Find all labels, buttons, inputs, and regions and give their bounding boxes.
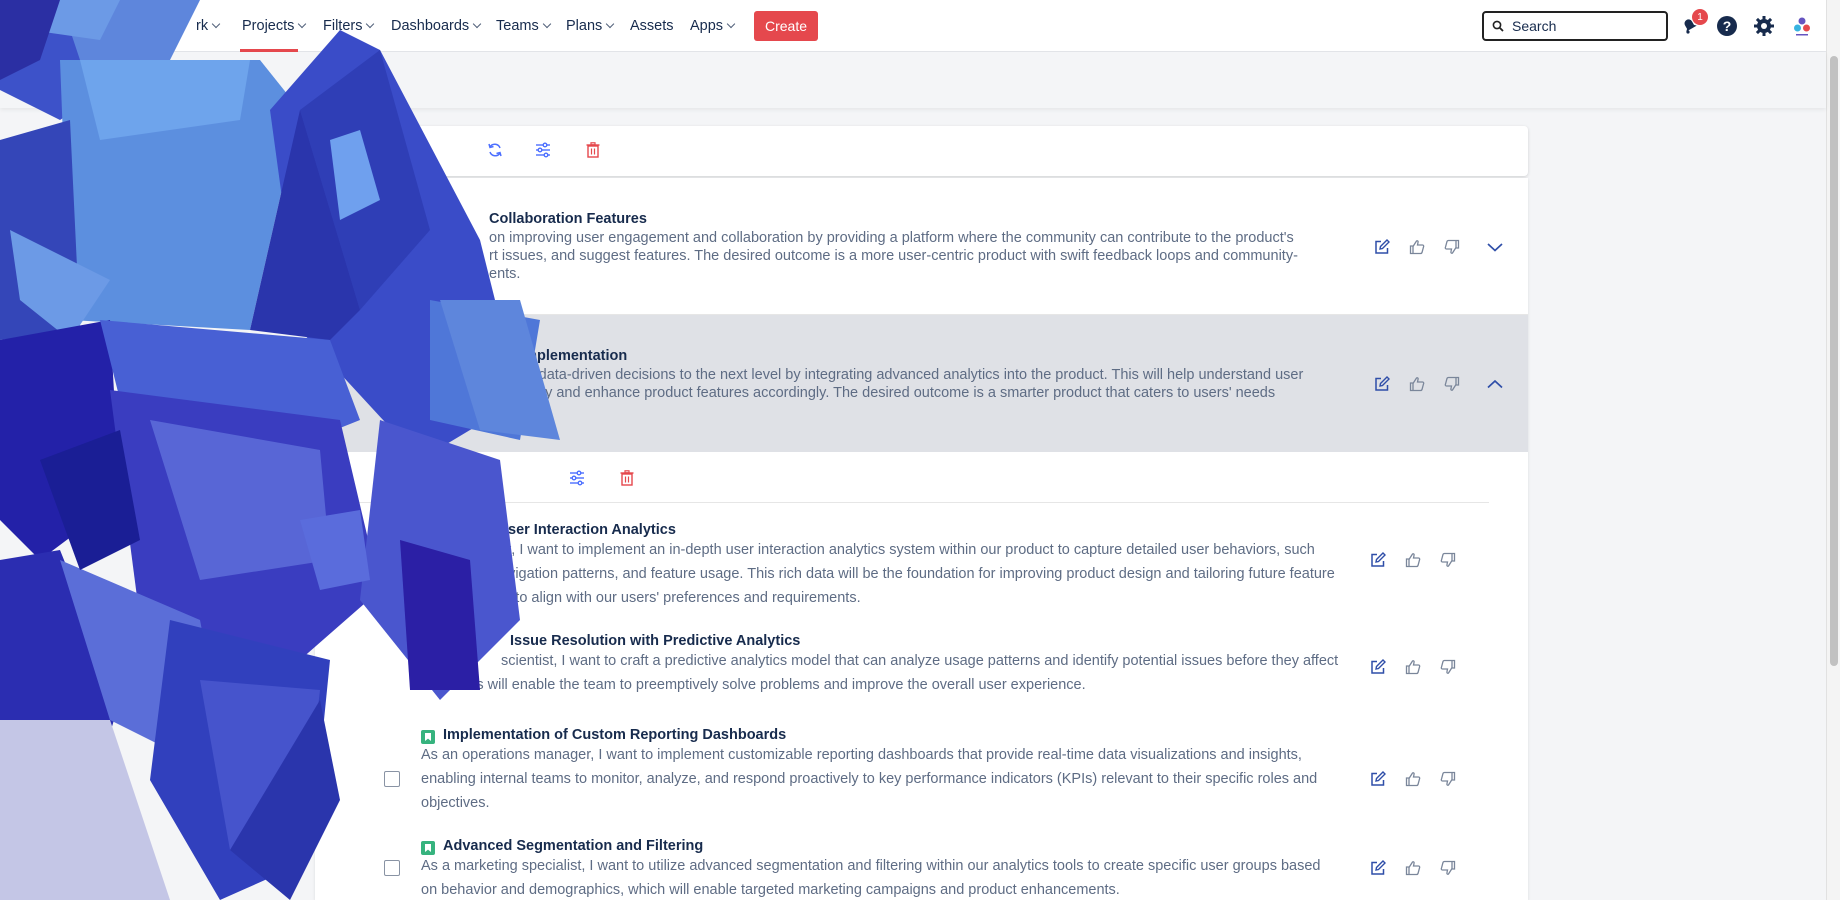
nav-label: Plans: [566, 18, 603, 34]
epic-description-line: rt issues, and suggest features. The des…: [489, 248, 1298, 264]
story-description-line: objectives.: [421, 795, 490, 811]
nav-plans[interactable]: Plans: [566, 0, 615, 52]
nav-dashboards[interactable]: Dashboards: [391, 0, 482, 52]
epic-title[interactable]: s Implementation: [508, 348, 627, 364]
story-row[interactable]: Issue Resolution with Predictive Analyti…: [315, 633, 1528, 713]
story-checkbox[interactable]: [384, 771, 400, 787]
nav-filters[interactable]: Filters: [323, 0, 375, 52]
story-type-icon: [421, 841, 435, 855]
thumbs-down-icon[interactable]: [1438, 769, 1458, 789]
epic-description-line: nsively and enhance product features acc…: [508, 385, 1276, 401]
nav-label: Dashboards: [391, 18, 470, 34]
story-checkbox[interactable]: [384, 860, 400, 876]
thumbs-down-icon[interactable]: [1442, 374, 1462, 394]
nav-projects[interactable]: Projects: [242, 0, 307, 52]
chevron-down-icon: [298, 19, 307, 29]
story-row[interactable]: Implementation of Custom Reporting Dashb…: [315, 727, 1528, 827]
help-icon[interactable]: ?: [1715, 14, 1739, 38]
search-placeholder: Search: [1512, 18, 1557, 34]
nav-label: Filters: [323, 18, 363, 34]
story-title[interactable]: Advanced Segmentation and Filtering: [443, 838, 703, 854]
edit-icon[interactable]: [1368, 769, 1388, 789]
epic-row[interactable]: Collaboration Features on improving user…: [315, 178, 1528, 315]
edit-icon[interactable]: [1368, 657, 1388, 677]
story-description-line: As an operations manager, I want to impl…: [421, 747, 1302, 763]
thumbs-down-icon[interactable]: [1438, 550, 1458, 570]
thumbs-up-icon[interactable]: [1403, 657, 1423, 677]
story-row[interactable]: ser Interaction Analytics st, I want to …: [315, 522, 1528, 622]
thumbs-up-icon[interactable]: [1407, 374, 1427, 394]
list-toolbar: [315, 126, 1528, 176]
story-title[interactable]: Implementation of Custom Reporting Dashb…: [443, 727, 786, 743]
chevron-down-icon: [366, 19, 375, 29]
epic-children-toolbar: [315, 452, 1528, 502]
chevron-down-icon[interactable]: [1485, 237, 1505, 257]
story-description-text: scientist, I want to craft a predictive …: [501, 653, 1339, 669]
trash-icon[interactable]: [617, 468, 637, 488]
chevron-down-icon: [472, 19, 482, 29]
story-title[interactable]: ser Interaction Analytics: [508, 522, 676, 538]
chevron-down-icon: [726, 19, 736, 29]
create-button[interactable]: Create: [754, 11, 818, 41]
nav-label: Apps: [690, 18, 724, 34]
edit-icon[interactable]: [1372, 237, 1392, 257]
chevron-down-icon: [606, 19, 615, 29]
chevron-down-icon: [211, 19, 221, 29]
story-description-line: As a marketing specialist, I want to uti…: [421, 858, 1321, 874]
story-description-line: on behavior and demographics, which will…: [421, 882, 1120, 898]
epic-description-line: on improving user engagement and collabo…: [489, 230, 1294, 246]
edit-icon[interactable]: [1372, 374, 1392, 394]
refresh-icon[interactable]: [485, 140, 505, 160]
scrollbar-thumb[interactable]: [1830, 56, 1838, 666]
top-navigation: rk Projects Filters Dashboards Teams Pla…: [0, 0, 1826, 52]
backlog-panel: Collaboration Features on improving user…: [315, 178, 1528, 900]
story-description-line: ts to align with our users' preferences …: [500, 590, 861, 606]
divider: [355, 502, 1489, 503]
epic-row[interactable]: s Implementation king data-driven decisi…: [315, 315, 1528, 452]
trash-icon[interactable]: [583, 140, 603, 160]
nav-label: Teams: [496, 18, 539, 34]
edit-icon[interactable]: [1368, 858, 1388, 878]
profile-avatar-icon[interactable]: [1790, 14, 1814, 38]
page-subheader: [0, 52, 1826, 108]
chevron-down-icon: [542, 19, 551, 29]
story-description-line: scientist, I want to craft a predictive …: [421, 649, 1401, 673]
search-icon: [1492, 20, 1504, 32]
page-scrollbar[interactable]: [1826, 0, 1840, 900]
story-description-line: st, I want to implement an in-depth user…: [500, 542, 1315, 558]
thumbs-down-icon[interactable]: [1442, 237, 1462, 257]
nav-label: Assets: [630, 18, 674, 34]
nav-your-work[interactable]: rk: [196, 0, 221, 52]
thumbs-up-icon[interactable]: [1403, 858, 1423, 878]
sliders-icon[interactable]: [567, 468, 587, 488]
thumbs-up-icon[interactable]: [1403, 550, 1423, 570]
thumbs-up-icon[interactable]: [1403, 769, 1423, 789]
story-description-line: enabling internal teams to monitor, anal…: [421, 771, 1318, 787]
nav-teams[interactable]: Teams: [496, 0, 551, 52]
story-title[interactable]: Issue Resolution with Predictive Analyti…: [510, 633, 800, 649]
story-description-line: avigation patterns, and feature usage. T…: [500, 566, 1335, 582]
edit-icon[interactable]: [1368, 550, 1388, 570]
thumbs-up-icon[interactable]: [1407, 237, 1427, 257]
story-row[interactable]: Advanced Segmentation and Filtering As a…: [315, 838, 1528, 900]
sliders-icon[interactable]: [533, 140, 553, 160]
epic-title[interactable]: Collaboration Features: [489, 211, 647, 227]
story-description-line: use . This will enable the team to preem…: [421, 677, 1086, 693]
search-input[interactable]: Search: [1482, 11, 1668, 41]
nav-label: Projects: [242, 18, 295, 34]
notification-badge: 1: [1692, 9, 1708, 25]
settings-gear-icon[interactable]: [1752, 14, 1776, 38]
nav-label: rk: [196, 18, 209, 34]
epic-description-line: ents.: [489, 266, 521, 282]
thumbs-down-icon[interactable]: [1438, 657, 1458, 677]
story-type-icon: [421, 730, 435, 744]
thumbs-down-icon[interactable]: [1438, 858, 1458, 878]
chevron-up-icon[interactable]: [1485, 374, 1505, 394]
nav-apps[interactable]: Apps: [690, 0, 736, 52]
svg-text:?: ?: [1723, 18, 1732, 34]
epic-description-line: king data-driven decisions to the next l…: [508, 367, 1304, 383]
nav-assets[interactable]: Assets: [630, 0, 674, 52]
